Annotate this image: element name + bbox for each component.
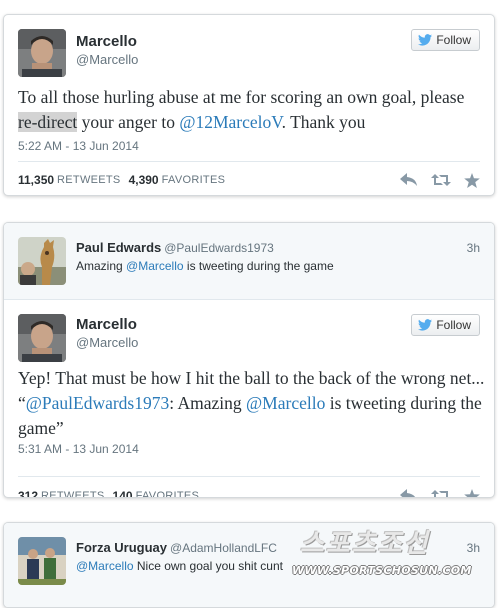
reply-time[interactable]: 3h [467,241,480,255]
follow-button[interactable]: Follow [411,314,480,336]
follow-button[interactable]: Follow [411,29,480,51]
retweet-icon[interactable] [431,489,451,497]
reply-icon[interactable] [400,173,418,187]
tweet-text-part: your anger to [77,112,180,132]
reply-author-handle[interactable]: @PaulEdwards1973 [164,241,274,255]
retweet-label[interactable]: RETWEETS [41,490,105,497]
avatar[interactable] [18,29,66,77]
mention-link[interactable]: @PaulEdwards1973 [26,393,169,413]
retweet-count[interactable]: 11,350 [18,173,54,187]
reply-text-part: Amazing [76,259,127,273]
avatar[interactable] [18,537,66,585]
reply-author-name[interactable]: Paul Edwards [76,240,161,255]
tweet-text-part: To all those hurling abuse at me for sco… [18,87,465,107]
author-handle[interactable]: @Marcello [76,52,138,67]
tweet-card-1: Marcello @Marcello Follow To all those h… [3,14,495,196]
reply-time[interactable]: 3h [467,541,480,555]
tweet-card-3: Forza Uruguay @AdamHollandLFC @Marcello N… [3,522,495,608]
mention-link[interactable]: @Marcello [76,559,134,573]
reply-author: Forza Uruguay @AdamHollandLFC [76,540,277,555]
favorite-count[interactable]: 4,390 [129,173,159,187]
action-bar [400,172,480,188]
reply-author: Paul Edwards @PaulEdwards1973 [76,240,274,255]
tweet-card-2: Paul Edwards @PaulEdwards1973 Amazing @Ma… [3,222,495,498]
reply-author-name[interactable]: Forza Uruguay [76,540,167,555]
reply-text-part: is tweeting during the game [183,259,334,273]
follow-label: Follow [436,318,471,332]
favorite-star-icon[interactable] [464,488,480,497]
author-name[interactable]: Marcello [76,33,138,50]
quoted-reply[interactable]: Paul Edwards @PaulEdwards1973 Amazing @Ma… [4,223,494,299]
favorite-label[interactable]: FAVORITES [136,490,200,497]
highlighted-text: re-direct [18,112,78,132]
tweet-body: Marcello @Marcello Follow To all those h… [4,15,494,153]
author-name[interactable]: Marcello [76,316,138,333]
reply-text: @Marcello Nice own goal you shit cunt [76,559,283,573]
author-handle[interactable]: @Marcello [76,335,138,350]
tweet-text: Yep! That must be how I hit the ball to … [18,366,486,441]
action-bar [400,488,480,497]
timestamp[interactable]: 5:22 AM - 13 Jun 2014 [18,139,139,153]
twitter-bird-icon [418,34,433,46]
follow-label: Follow [436,33,471,47]
timestamp[interactable]: 5:31 AM - 13 Jun 2014 [18,442,139,456]
twitter-bird-icon [418,319,433,331]
stats-bar: 11,350 RETWEETS 4,390 FAVORITES [4,161,494,195]
avatar[interactable] [18,314,66,362]
stats-bar: 312 RETWEETS 140 FAVORITES [4,477,494,497]
favorite-label[interactable]: FAVORITES [162,174,226,186]
quoted-reply[interactable]: Forza Uruguay @AdamHollandLFC @Marcello N… [4,523,494,607]
tweet-text-part: . Thank you [281,112,366,132]
mention-link[interactable]: @Marcello [126,259,184,273]
tweet-text: To all those hurling abuse at me for sco… [18,85,486,135]
retweet-icon[interactable] [431,173,451,187]
tweet-body: Marcello @Marcello Follow Yep! That must… [4,300,494,476]
reply-text-part: Nice own goal you shit cunt [133,559,283,573]
mention-link[interactable]: @Marcello [246,393,325,413]
favorite-star-icon[interactable] [464,172,480,188]
retweet-count[interactable]: 312 [18,489,38,497]
retweet-label[interactable]: RETWEETS [57,174,121,186]
mention-link[interactable]: @12MarceloV [179,112,281,132]
reply-icon[interactable] [400,489,418,497]
reply-author-handle[interactable]: @AdamHollandLFC [170,541,277,555]
reply-text: Amazing @Marcello is tweeting during the… [76,259,334,273]
tweet-text-part: : Amazing [169,393,247,413]
favorite-count[interactable]: 140 [113,489,133,497]
avatar[interactable] [18,237,66,285]
